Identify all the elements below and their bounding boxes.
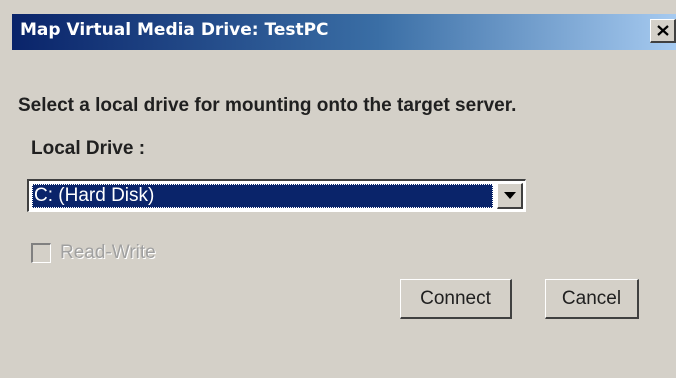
map-virtual-media-dialog: Map Virtual Media Drive: TestPC Select a… <box>0 0 676 378</box>
close-x-icon <box>656 25 669 36</box>
instruction-text: Select a local drive for mounting onto t… <box>18 95 517 116</box>
read-write-checkbox[interactable] <box>31 243 51 263</box>
dropdown-arrow-icon <box>503 192 516 199</box>
read-write-option[interactable]: Read-Write <box>31 240 156 266</box>
local-drive-label: Local Drive : <box>31 138 146 159</box>
read-write-label: Read-Write <box>60 242 156 263</box>
connect-button[interactable]: Connect <box>400 279 512 319</box>
title-bar[interactable]: Map Virtual Media Drive: TestPC <box>12 14 676 50</box>
cancel-button[interactable]: Cancel <box>545 279 639 319</box>
dropdown-button[interactable] <box>497 183 523 209</box>
local-drive-select[interactable]: C: (Hard Disk) <box>27 179 526 212</box>
dialog-title: Map Virtual Media Drive: TestPC <box>20 20 329 40</box>
selected-drive-value[interactable]: C: (Hard Disk) <box>32 184 493 208</box>
close-button[interactable] <box>650 19 676 43</box>
